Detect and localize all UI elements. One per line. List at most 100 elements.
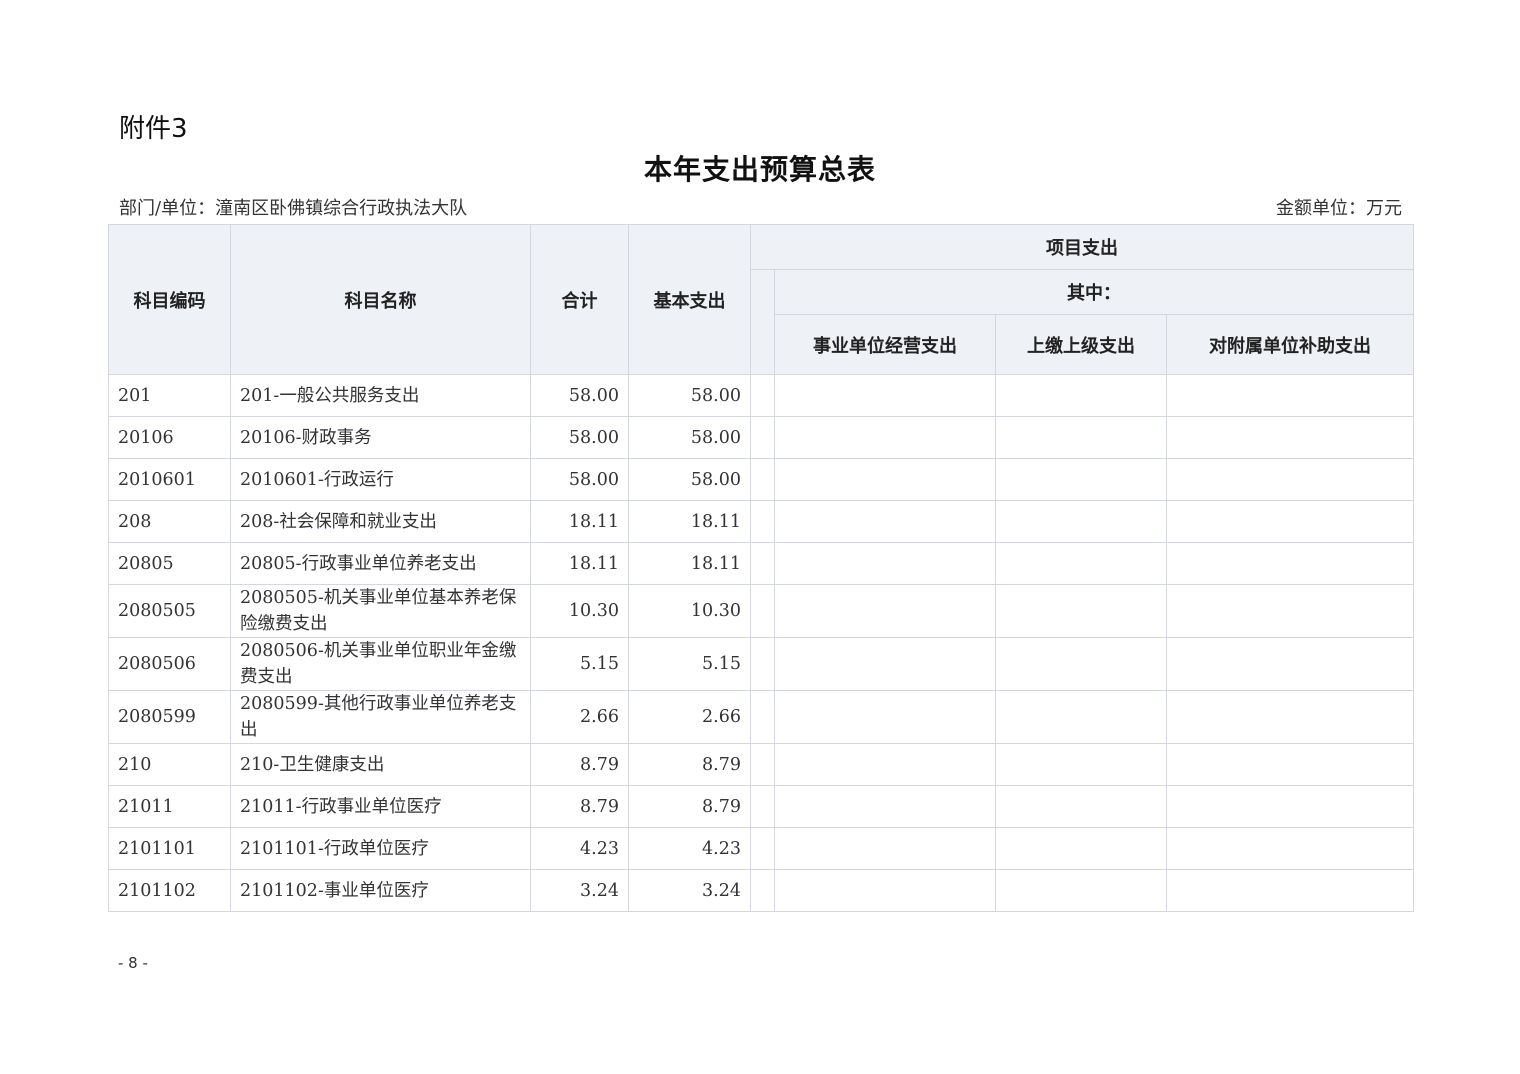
row-upper xyxy=(995,869,1167,912)
row-code: 210 xyxy=(108,743,231,786)
row-basic: 58.00 xyxy=(628,416,751,459)
row-upper xyxy=(995,827,1167,870)
table-row: 201 201-一般公共服务支出 58.00 58.00 xyxy=(108,374,1414,417)
row-subsidy xyxy=(1166,416,1414,459)
row-business xyxy=(774,374,996,417)
table-row: 21011 21011-行政事业单位医疗 8.79 8.79 xyxy=(108,785,1414,828)
row-business xyxy=(774,458,996,501)
row-code: 20805 xyxy=(108,542,231,585)
table-row: 2101101 2101101-行政单位医疗 4.23 4.23 xyxy=(108,827,1414,870)
row-subsidy xyxy=(1166,785,1414,828)
row-subsidy xyxy=(1166,458,1414,501)
row-upper xyxy=(995,785,1167,828)
row-name: 2080599-其他行政事业单位养老支出 xyxy=(230,690,531,744)
row-name: 20106-财政事务 xyxy=(230,416,531,459)
row-basic: 58.00 xyxy=(628,458,751,501)
row-total: 18.11 xyxy=(530,500,629,543)
row-business xyxy=(774,690,996,744)
row-name: 2101101-行政单位医疗 xyxy=(230,827,531,870)
table-row: 210 210-卫生健康支出 8.79 8.79 xyxy=(108,743,1414,786)
table-row: 20805 20805-行政事业单位养老支出 18.11 18.11 xyxy=(108,542,1414,585)
row-total: 8.79 xyxy=(530,743,629,786)
row-business xyxy=(774,743,996,786)
row-name: 21011-行政事业单位医疗 xyxy=(230,785,531,828)
row-code: 2010601 xyxy=(108,458,231,501)
row-basic: 8.79 xyxy=(628,785,751,828)
row-upper xyxy=(995,690,1167,744)
row-total: 5.15 xyxy=(530,637,629,691)
table-row: 208 208-社会保障和就业支出 18.11 18.11 xyxy=(108,500,1414,543)
row-name: 20805-行政事业单位养老支出 xyxy=(230,542,531,585)
row-basic: 2.66 xyxy=(628,690,751,744)
row-upper xyxy=(995,458,1167,501)
table-body: 201 201-一般公共服务支出 58.00 58.00 20106 20106-财政事务… xyxy=(108,374,1414,912)
row-project-spacer xyxy=(750,743,775,786)
table-row: 20106 20106-财政事务 58.00 58.00 xyxy=(108,416,1414,459)
row-subsidy xyxy=(1166,584,1414,638)
row-basic: 8.79 xyxy=(628,743,751,786)
row-name: 2080505-机关事业单位基本养老保险缴费支出 xyxy=(230,584,531,638)
header-code: 科目编码 xyxy=(108,224,231,375)
row-subsidy xyxy=(1166,500,1414,543)
row-total: 58.00 xyxy=(530,458,629,501)
row-name: 2080506-机关事业单位职业年金缴费支出 xyxy=(230,637,531,691)
page-title: 本年支出预算总表 xyxy=(643,153,876,186)
row-upper xyxy=(995,542,1167,585)
row-subsidy xyxy=(1166,690,1414,744)
row-basic: 3.24 xyxy=(628,869,751,912)
header-subsidy: 对附属单位补助支出 xyxy=(1166,314,1414,375)
row-code: 21011 xyxy=(108,785,231,828)
row-total: 8.79 xyxy=(530,785,629,828)
row-total: 4.23 xyxy=(530,827,629,870)
header-business: 事业单位经营支出 xyxy=(774,314,996,375)
row-code: 2080505 xyxy=(108,584,231,638)
row-total: 58.00 xyxy=(530,416,629,459)
row-business xyxy=(774,542,996,585)
row-business xyxy=(774,869,996,912)
table-row: 2010601 2010601-行政运行 58.00 58.00 xyxy=(108,458,1414,501)
row-business xyxy=(774,827,996,870)
row-basic: 18.11 xyxy=(628,500,751,543)
row-code: 208 xyxy=(108,500,231,543)
row-business xyxy=(774,785,996,828)
row-basic: 5.15 xyxy=(628,637,751,691)
header-basic: 基本支出 xyxy=(628,224,751,375)
row-subsidy xyxy=(1166,743,1414,786)
row-total: 58.00 xyxy=(530,374,629,417)
page-number: - 8 - xyxy=(118,954,148,972)
row-upper xyxy=(995,584,1167,638)
row-basic: 58.00 xyxy=(628,374,751,417)
amount-unit-label: 金额单位：万元 xyxy=(1276,198,1402,219)
row-project-spacer xyxy=(750,542,775,585)
row-project-spacer xyxy=(750,827,775,870)
row-upper xyxy=(995,743,1167,786)
row-upper xyxy=(995,416,1167,459)
row-code: 2080506 xyxy=(108,637,231,691)
row-basic: 18.11 xyxy=(628,542,751,585)
row-code: 2080599 xyxy=(108,690,231,744)
row-project-spacer xyxy=(750,416,775,459)
header-total: 合计 xyxy=(530,224,629,375)
row-project-spacer xyxy=(750,374,775,417)
row-total: 2.66 xyxy=(530,690,629,744)
row-project-spacer xyxy=(750,458,775,501)
row-business xyxy=(774,500,996,543)
row-business xyxy=(774,584,996,638)
row-total: 18.11 xyxy=(530,542,629,585)
row-name: 201-一般公共服务支出 xyxy=(230,374,531,417)
row-basic: 10.30 xyxy=(628,584,751,638)
header-project: 项目支出 xyxy=(750,224,1414,270)
header-among: 其中： xyxy=(774,269,1414,315)
row-code: 20106 xyxy=(108,416,231,459)
header-project-spacer xyxy=(750,269,775,375)
attachment-label: 附件3 xyxy=(119,114,188,144)
row-subsidy xyxy=(1166,637,1414,691)
row-business xyxy=(774,637,996,691)
header-name: 科目名称 xyxy=(230,224,531,375)
row-project-spacer xyxy=(750,785,775,828)
table-row: 2080599 2080599-其他行政事业单位养老支出 2.66 2.66 xyxy=(108,690,1414,744)
row-name: 2101102-事业单位医疗 xyxy=(230,869,531,912)
row-subsidy xyxy=(1166,827,1414,870)
header-upper: 上缴上级支出 xyxy=(995,314,1167,375)
row-business xyxy=(774,416,996,459)
